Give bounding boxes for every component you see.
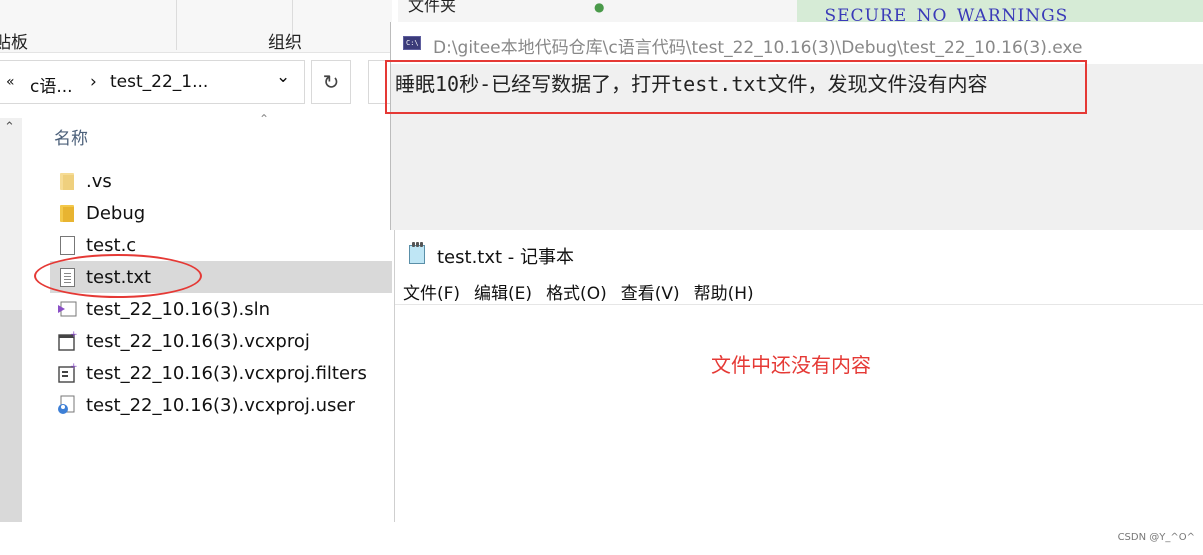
file-explorer-window: 贴板 组织 « c语... › test_22_1... ⌄ ↻ ⌃ 名称 ⌃ … (0, 0, 392, 522)
svg-text:++: ++ (70, 362, 78, 372)
svg-text:++: ++ (70, 330, 78, 340)
file-name: Debug (86, 202, 146, 224)
folder-icon (56, 201, 78, 225)
scrollbar-thumb[interactable] (0, 310, 22, 522)
menu-format[interactable]: 格式(O) (539, 279, 614, 304)
c-file-icon (56, 233, 78, 257)
background-code-text: _SECURE_NO_WARNINGS (815, 6, 1069, 22)
file-name: test_22_10.16(3).vcxproj (86, 330, 310, 352)
background-window-text: 文件夹 (408, 0, 457, 15)
ribbon-group-organize: 组织 (268, 33, 302, 53)
scroll-up-icon[interactable]: ⌃ (4, 120, 15, 135)
notepad-title: test.txt - 记事本 (437, 247, 574, 268)
notepad-icon (407, 242, 427, 264)
console-body: 睡眠10秒-已经写数据了，打开test.txt文件，发现文件没有内容 (385, 60, 1203, 230)
background-window-strip: 文件夹 ● (398, 0, 797, 23)
sort-ascending-icon: ⌃ (259, 112, 270, 126)
notepad-text-area[interactable]: 文件中还没有内容 (395, 305, 1203, 522)
background-window-icon: ● (594, 0, 605, 14)
explorer-ribbon: 贴板 组织 (0, 0, 392, 53)
annotation-box (385, 60, 1087, 114)
console-app-icon: C:\ (403, 36, 421, 50)
filters-file-icon: ++ (56, 361, 78, 385)
file-name: test.c (86, 234, 137, 256)
console-titlebar[interactable]: C:\ D:\gitee本地代码仓库\c语言代码\test_22_10.16(3… (391, 22, 1203, 64)
project-file-icon: ++ (56, 329, 78, 353)
folder-icon (56, 169, 78, 193)
annotation-circle (34, 254, 202, 298)
file-name: .vs (86, 170, 112, 192)
notepad-titlebar[interactable]: test.txt - 记事本 (395, 230, 1203, 278)
address-dropdown-icon[interactable]: ⌄ (276, 67, 290, 87)
address-bar: « c语... › test_22_1... ⌄ ↻ (0, 60, 392, 106)
ribbon-group-clipboard: 贴板 (0, 33, 28, 53)
file-name: test_22_10.16(3).sln (86, 298, 271, 320)
breadcrumb-separator-icon: › (90, 72, 97, 92)
address-box[interactable]: « c语... › test_22_1... ⌄ (0, 60, 305, 104)
refresh-button[interactable]: ↻ (311, 60, 351, 104)
breadcrumb-item-c-language[interactable]: c语... (30, 72, 73, 97)
file-row[interactable]: ++ test_22_10.16(3).vcxproj (50, 325, 392, 357)
console-window: C:\ D:\gitee本地代码仓库\c语言代码\test_22_10.16(3… (385, 22, 1203, 230)
menu-help[interactable]: 帮助(H) (687, 279, 761, 304)
watermark: CSDN @Y_^O^ (1117, 532, 1195, 543)
file-row[interactable]: test_22_10.16(3).sln (50, 293, 392, 325)
breadcrumb-item-project[interactable]: test_22_1... (110, 72, 208, 92)
annotation-text: 文件中还没有内容 (711, 353, 871, 377)
menu-file[interactable]: 文件(F) (395, 279, 467, 304)
user-file-icon (56, 393, 78, 417)
notepad-menubar: 文件(F) 编辑(E) 格式(O) 查看(V) 帮助(H) (395, 278, 1203, 304)
console-title: D:\gitee本地代码仓库\c语言代码\test_22_10.16(3)\De… (433, 38, 1083, 58)
ribbon-separator (176, 0, 177, 50)
menu-view[interactable]: 查看(V) (614, 279, 687, 304)
background-code-editor: _SECURE_NO_WARNINGS (797, 0, 1203, 22)
file-name: test_22_10.16(3).vcxproj.user (86, 394, 355, 416)
notepad-window: test.txt - 记事本 文件(F) 编辑(E) 格式(O) 查看(V) 帮… (394, 230, 1203, 522)
file-name: test_22_10.16(3).vcxproj.filters (86, 362, 367, 384)
breadcrumb-overflow-icon[interactable]: « (6, 74, 15, 90)
file-row[interactable]: Debug (50, 197, 392, 229)
file-row[interactable]: ++ test_22_10.16(3).vcxproj.filters (50, 357, 392, 389)
column-header-name[interactable]: 名称 (54, 124, 88, 149)
bottom-strip (0, 522, 1203, 555)
file-row[interactable]: .vs (50, 165, 392, 197)
refresh-icon: ↻ (322, 70, 340, 94)
menu-edit[interactable]: 编辑(E) (467, 279, 539, 304)
file-row[interactable]: test_22_10.16(3).vcxproj.user (50, 389, 392, 421)
navigation-pane-scrollbar[interactable]: ⌃ (0, 118, 22, 522)
solution-file-icon (56, 297, 78, 321)
